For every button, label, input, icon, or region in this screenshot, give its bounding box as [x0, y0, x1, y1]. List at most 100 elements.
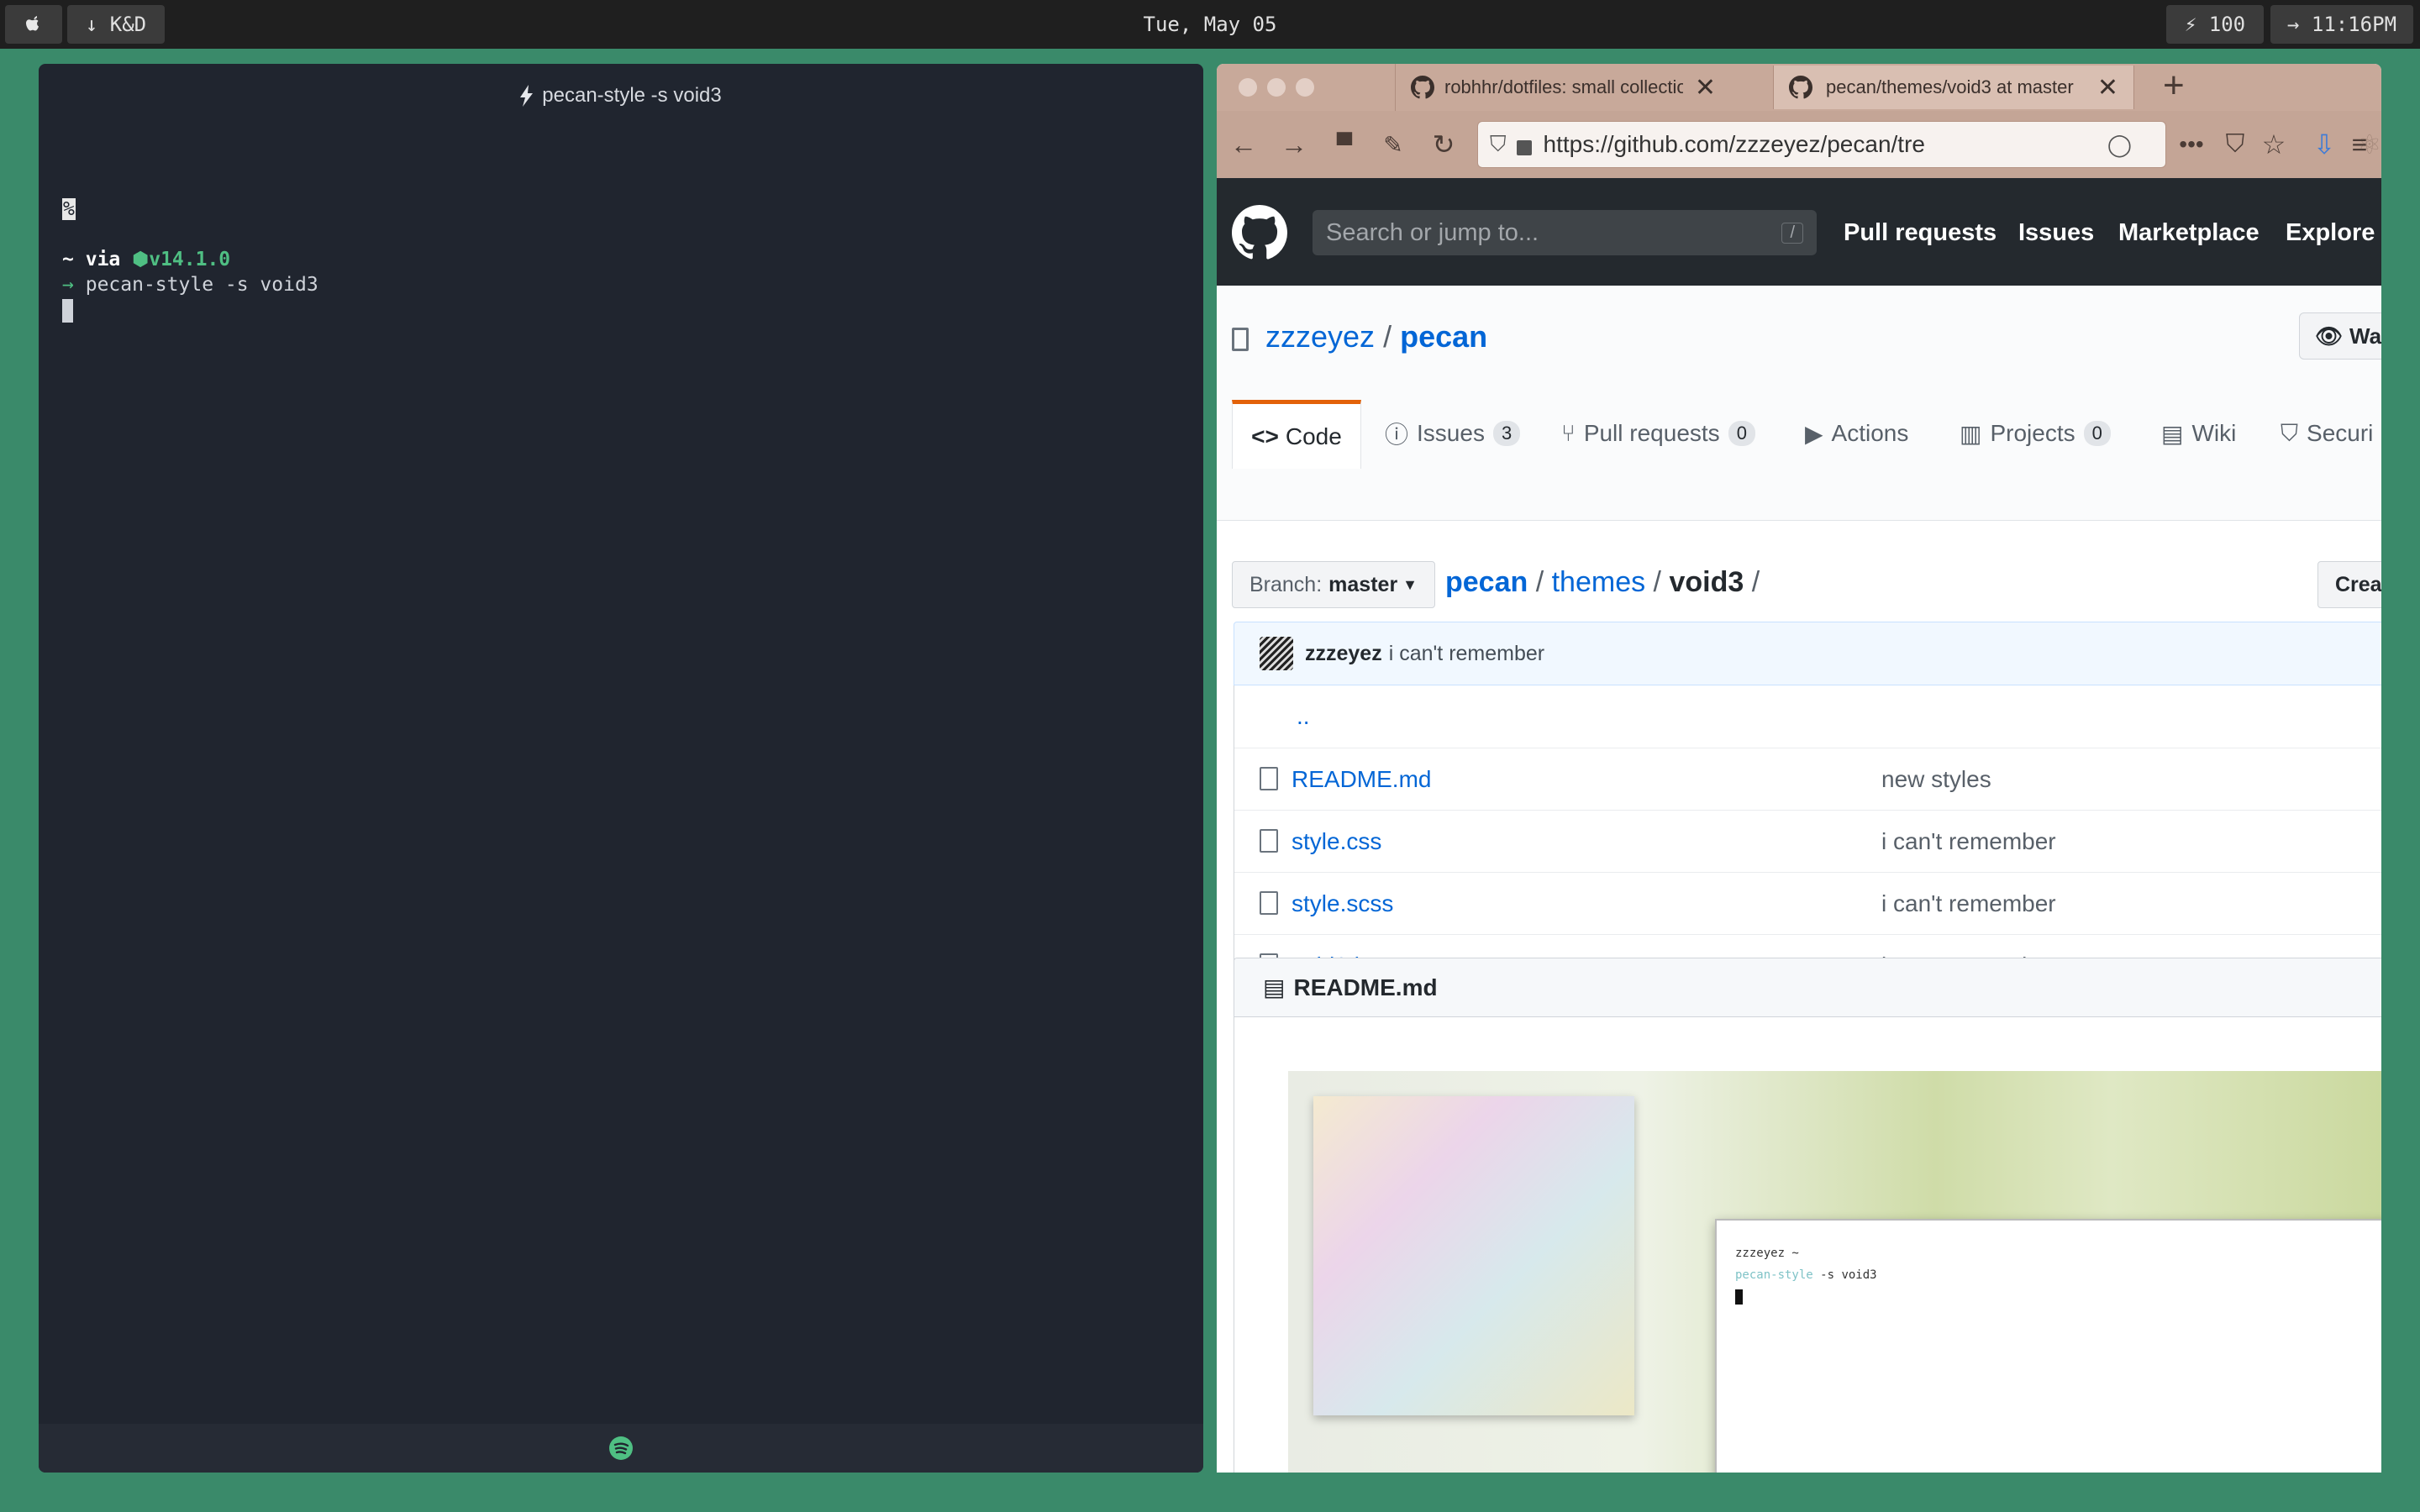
- file-icon: [1260, 891, 1278, 915]
- file-name[interactable]: style.scss: [1292, 890, 1393, 917]
- hamburger-menu-icon[interactable]: ≡: [2341, 126, 2378, 163]
- repo-owner-link[interactable]: zzzeyez: [1265, 319, 1375, 354]
- avatar[interactable]: [1260, 637, 1293, 670]
- search-placeholder: Search or jump to...: [1326, 218, 1539, 246]
- tab-pecan-active[interactable]: pecan/themes/void3 at master ✕: [1773, 66, 2134, 109]
- tab-label: Actions: [1831, 420, 1909, 446]
- window-minimize-button[interactable]: [1267, 78, 1286, 97]
- preview-pastel-window: [1313, 1096, 1634, 1415]
- close-icon[interactable]: ✕: [1695, 73, 1716, 102]
- spotify-icon[interactable]: [608, 1436, 634, 1461]
- commit-message[interactable]: i can't remember: [1389, 642, 1544, 666]
- terminal-title: pecan-style -s void3: [542, 84, 722, 107]
- github-logo-icon[interactable]: [1232, 205, 1287, 260]
- eye-icon: 👁: [2315, 323, 2344, 349]
- file-row[interactable]: README.md new styles: [1234, 748, 2381, 810]
- repo-icon: [1232, 328, 1249, 351]
- readme-box: ▤ README.md zzzeyez ~ pecan-style -s voi…: [1234, 958, 2381, 1473]
- tab-security[interactable]: ⛉ Securi: [2281, 400, 2373, 467]
- terminal-command: pecan-style -s void3: [85, 274, 318, 296]
- battery-indicator[interactable]: ⚡ 100: [2166, 5, 2264, 44]
- reload-icon[interactable]: ↻: [1425, 126, 1462, 163]
- file-icon: [1260, 829, 1278, 853]
- watch-label: Wa: [2349, 323, 2381, 349]
- file-commit-message[interactable]: new styles: [1881, 766, 1991, 793]
- preview-command: pecan-style: [1735, 1268, 1813, 1282]
- tab-dotfiles[interactable]: robhhr/dotfiles: small collection ✕: [1395, 64, 1731, 111]
- github-header: Search or jump to... / Pull requests Iss…: [1217, 178, 2381, 286]
- bookmark-star-icon[interactable]: ☆: [2255, 126, 2292, 163]
- shield-icon[interactable]: ⛉: [1490, 131, 1507, 158]
- tab-wiki[interactable]: ▤ Wiki: [2161, 400, 2236, 467]
- nav-marketplace[interactable]: Marketplace: [2118, 205, 2260, 260]
- file-row[interactable]: style.css i can't remember: [1234, 810, 2381, 872]
- readme-header: ▤ README.md: [1234, 958, 2381, 1017]
- pocket-icon[interactable]: ⛉: [2217, 126, 2254, 163]
- forward-icon[interactable]: →: [1276, 126, 1313, 163]
- url-bar[interactable]: ⛉ https://github.com/zzzeyez/pecan/tre ◯: [1477, 121, 2166, 168]
- terminal-window[interactable]: pecan-style -s void3 % ~ via ⬢v14.1.0 → …: [39, 64, 1203, 1473]
- search-shortcut-key: /: [1781, 222, 1803, 244]
- preview-prompt-line: zzzeyez ~: [1735, 1247, 1799, 1260]
- terminal-prompt-line: ~ via ⬢v14.1.0: [62, 247, 318, 272]
- create-file-button[interactable]: Crea: [2317, 561, 2381, 608]
- file-name[interactable]: README.md: [1292, 766, 1431, 793]
- node-hexagon-icon: ⬢: [132, 249, 150, 270]
- tab-label: Securi: [2307, 420, 2374, 446]
- commit-tease: zzzeyez i can't remember: [1234, 622, 2381, 685]
- tab-projects[interactable]: ▥ Projects 0: [1960, 400, 2111, 467]
- wrench-icon[interactable]: ✎: [1375, 126, 1412, 163]
- github-favicon-icon: [1789, 76, 1812, 99]
- clock-indicator[interactable]: → 11:16PM: [2270, 5, 2413, 44]
- download-icon[interactable]: ⇩: [2306, 126, 2343, 163]
- lightbulb-icon[interactable]: ◯: [2100, 131, 2132, 158]
- browser-toolbar: ← → ▀ ✎ ↻ ⛉ https://github.com/zzzeyez/p…: [1217, 111, 2381, 178]
- nav-pull-requests[interactable]: Pull requests: [1844, 205, 1996, 260]
- lock-icon: [1516, 140, 1532, 155]
- project-icon: ▥: [1960, 420, 1982, 447]
- nav-issues[interactable]: Issues: [2018, 205, 2094, 260]
- terminal-output[interactable]: % ~ via ⬢v14.1.0 → pecan-style -s void3: [62, 198, 318, 323]
- breadcrumb-themes[interactable]: themes: [1552, 566, 1646, 598]
- window-close-button[interactable]: [1239, 78, 1257, 97]
- window-zoom-button[interactable]: [1296, 78, 1314, 97]
- issue-opened-icon: ⓘ: [1385, 422, 1409, 448]
- repo-header: zzzeyez / pecan 👁 Wa <> Code ⓘ Issues 3 ⑂ Pul…: [1217, 286, 2381, 521]
- file-commit-message[interactable]: i can't remember: [1881, 828, 2056, 855]
- tab-code[interactable]: <> Code: [1232, 400, 1361, 469]
- breadcrumb-void3: void3: [1669, 566, 1744, 598]
- preview-terminal-window: zzzeyez ~ pecan-style -s void3: [1715, 1219, 2381, 1473]
- file-commit-message[interactable]: i can't remember: [1881, 890, 2056, 917]
- git-pull-request-icon: ⑂: [1561, 420, 1576, 446]
- nav-explore[interactable]: Explore: [2286, 205, 2375, 260]
- watch-button[interactable]: 👁 Wa: [2299, 312, 2381, 360]
- tab-issues[interactable]: ⓘ Issues 3: [1385, 400, 1521, 467]
- play-icon: ▶: [1805, 420, 1823, 447]
- back-icon[interactable]: ←: [1225, 126, 1262, 163]
- file-name[interactable]: style.css: [1292, 828, 1381, 855]
- close-icon[interactable]: ✕: [2097, 73, 2118, 102]
- tab-actions[interactable]: ▶ Actions: [1805, 400, 1908, 467]
- clock-label: → 11:16PM: [2286, 13, 2397, 36]
- code-icon: <>: [1251, 423, 1279, 449]
- more-actions-icon[interactable]: •••: [2173, 126, 2210, 163]
- branch-label: Branch:: [1249, 572, 1323, 596]
- parent-directory-link[interactable]: ..: [1297, 703, 1310, 730]
- terminal-command-line: → pecan-style -s void3: [62, 272, 318, 297]
- github-search-input[interactable]: Search or jump to... /: [1313, 210, 1817, 255]
- toolbar-extension-icon[interactable]: ▀: [1326, 126, 1363, 163]
- terminal-line-percent: %: [62, 197, 318, 222]
- caret-down-icon: ▼: [1402, 575, 1418, 593]
- parent-directory-row[interactable]: ..: [1234, 685, 2381, 748]
- breadcrumb: pecan / themes / void3 /: [1445, 566, 1760, 598]
- projects-count: 0: [2083, 421, 2111, 446]
- tab-pull-requests[interactable]: ⑂ Pull requests 0: [1561, 400, 1755, 467]
- file-row[interactable]: style.scss i can't remember: [1234, 872, 2381, 934]
- repo-name-link[interactable]: pecan: [1400, 319, 1487, 354]
- commit-author[interactable]: zzzeyez: [1305, 642, 1382, 666]
- new-tab-button[interactable]: +: [2163, 67, 2185, 104]
- branch-select[interactable]: Branch: master ▼: [1232, 561, 1435, 608]
- browser-tabbar: robhhr/dotfiles: small collection ✕ peca…: [1217, 64, 2381, 111]
- breadcrumb-pecan[interactable]: pecan: [1445, 566, 1528, 598]
- preview-command-line: pecan-style -s void3: [1735, 1264, 2381, 1286]
